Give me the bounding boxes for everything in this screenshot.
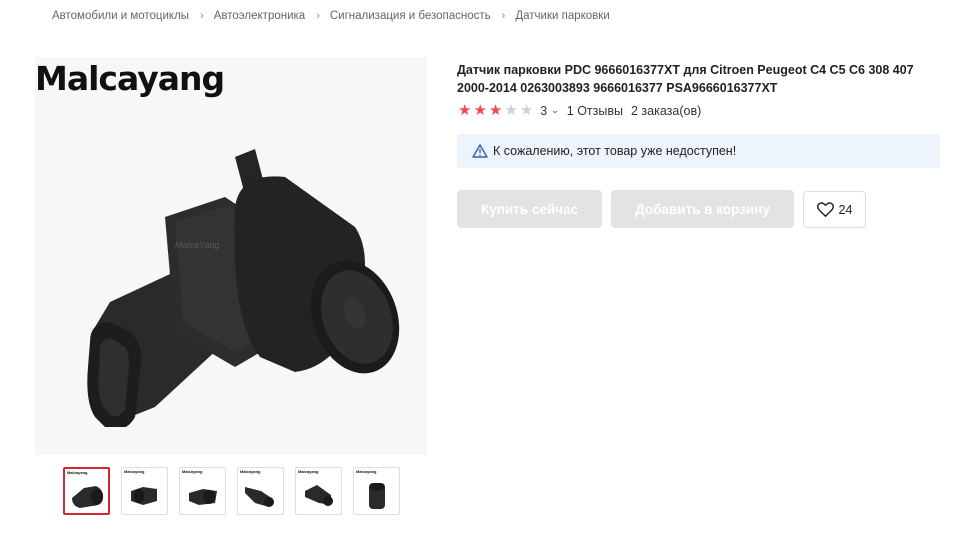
thumbnail-image bbox=[72, 486, 104, 508]
brand-logo: Malcayang bbox=[35, 59, 225, 98]
thumbnail-logo: Malcayang bbox=[240, 469, 261, 474]
thumbnail-logo: Malcayang bbox=[124, 469, 145, 474]
notice-text: К сожалению, этот товар уже недоступен! bbox=[493, 144, 737, 158]
add-to-cart-button[interactable]: Добавить в корзину bbox=[611, 190, 794, 228]
thumbnail-image bbox=[131, 487, 157, 505]
thumbnail[interactable]: Malcayang bbox=[353, 467, 400, 515]
star-icon: ★ bbox=[519, 102, 534, 119]
product-title: Датчик парковки PDC 9666016377XT для Cit… bbox=[457, 63, 914, 95]
thumbnail-logo: Malcayang bbox=[298, 469, 319, 474]
parking-sensor-image bbox=[87, 149, 400, 427]
product-main-image[interactable]: Malcayang MalcaYang bbox=[35, 57, 427, 455]
thumbnail-image bbox=[245, 487, 274, 507]
thumbnail[interactable]: Malcayang bbox=[121, 467, 168, 515]
reviews-link[interactable]: 1 Отзывы bbox=[567, 104, 623, 118]
orders-count: 2 заказа(ов) bbox=[630, 103, 702, 118]
rating-value[interactable]: 3 bbox=[540, 104, 547, 118]
star-icon: ★ bbox=[504, 102, 518, 119]
thumbnail-strip: Malcayang Malcayang Malcayang Malcayang … bbox=[63, 467, 400, 515]
thumbnail-logo: Malcayang bbox=[182, 469, 203, 474]
star-icon: ★ bbox=[473, 102, 487, 119]
chevron-right-icon: › bbox=[316, 10, 320, 22]
thumbnail[interactable]: Malcayang bbox=[63, 467, 110, 515]
unavailable-notice: К сожалению, этот товар уже недоступен! bbox=[457, 134, 940, 168]
thumbnail-logo: Malcayang bbox=[67, 470, 88, 475]
watermark: MalcaYang bbox=[175, 240, 220, 250]
warning-triangle-icon bbox=[472, 144, 488, 158]
thumbnail[interactable]: Malcayang bbox=[179, 467, 226, 515]
rating-row: ★ ★ ★ ★ ★ 3 ⌄ 1 Отзывы 2 заказа(ов) bbox=[458, 103, 701, 118]
thumbnail-logo: Malcayang bbox=[356, 469, 377, 474]
wishlist-count: 24 bbox=[838, 202, 853, 217]
thumbnail-image bbox=[305, 485, 333, 506]
rating-stars: ★ ★ ★ ★ ★ bbox=[458, 103, 533, 118]
thumbnail-image bbox=[369, 483, 385, 509]
chevron-down-icon[interactable]: ⌄ bbox=[551, 105, 559, 116]
breadcrumb: Автомобили и мотоциклы › Автоэлектроника… bbox=[52, 10, 610, 22]
breadcrumb-item[interactable]: Сигнализация и безопасность bbox=[330, 10, 491, 22]
thumbnail-image bbox=[189, 489, 217, 505]
thumbnail[interactable]: Malcayang bbox=[295, 467, 342, 515]
thumbnail[interactable]: Malcayang bbox=[237, 467, 284, 515]
buy-now-button[interactable]: Купить сейчас bbox=[457, 190, 602, 228]
breadcrumb-item[interactable]: Датчики парковки bbox=[515, 10, 609, 22]
chevron-right-icon: › bbox=[200, 10, 204, 22]
breadcrumb-item[interactable]: Автомобили и мотоциклы bbox=[52, 10, 189, 22]
chevron-right-icon: › bbox=[501, 10, 506, 22]
wishlist-button[interactable]: 24 bbox=[803, 191, 866, 228]
heart-icon bbox=[816, 202, 834, 217]
breadcrumb-item[interactable]: Автоэлектроника bbox=[214, 10, 305, 22]
star-icon: ★ bbox=[458, 102, 472, 119]
star-icon: ★ bbox=[488, 102, 503, 119]
